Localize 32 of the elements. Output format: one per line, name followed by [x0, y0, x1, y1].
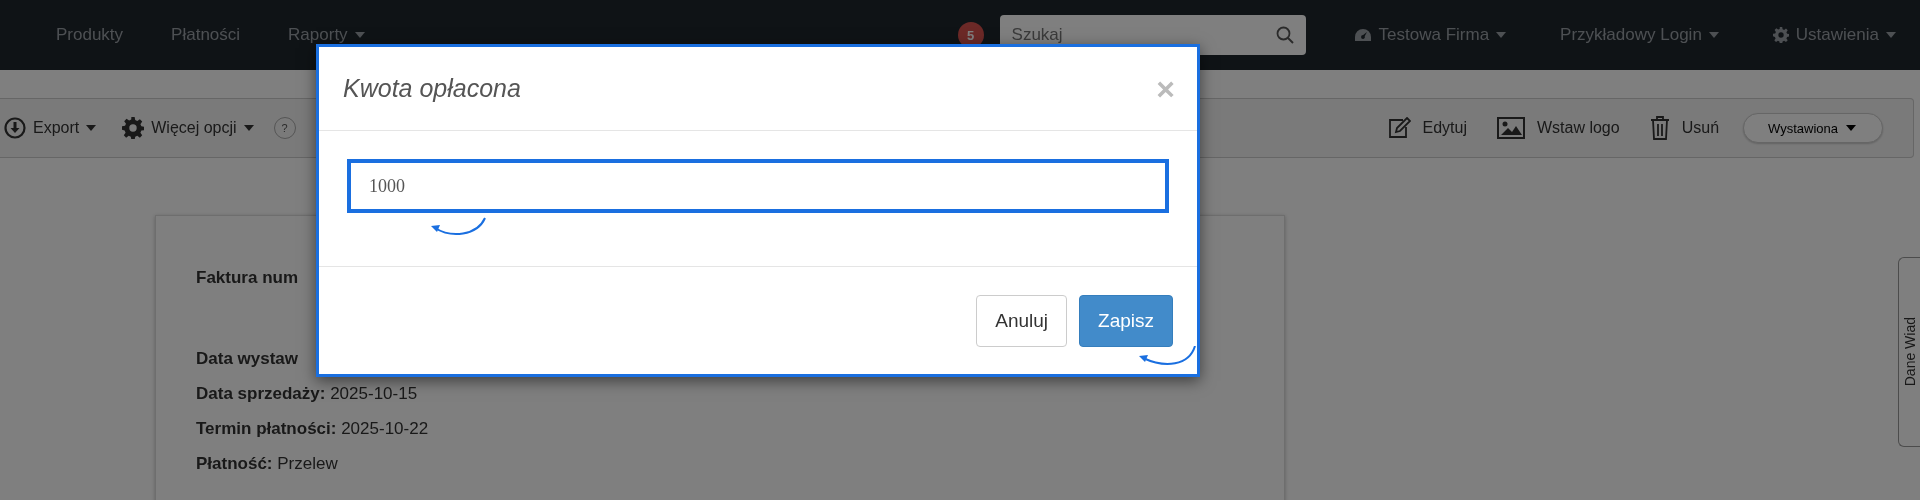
close-button[interactable]: × [1156, 72, 1175, 105]
invoice-line: Płatność: Przelew [196, 454, 338, 474]
caret-icon [1846, 125, 1856, 131]
gauge-icon [1353, 28, 1372, 42]
dialog-button[interactable]: Anuluj [976, 294, 1068, 347]
gear-icon [122, 117, 145, 139]
nav-link[interactable]: Testowa Firma [1337, 25, 1523, 45]
nav-link[interactable]: Raporty [272, 25, 381, 45]
nav-link[interactable]: Płatności [155, 25, 257, 45]
invoice-line: Faktura num [196, 268, 299, 288]
status-dropdown[interactable]: Wystawiona [1743, 113, 1883, 143]
side-tab[interactable]: Dane Wiad [1898, 257, 1920, 447]
search-icon [1275, 26, 1294, 44]
modal-title: Kwota opłacona [343, 74, 521, 103]
dialog-button[interactable]: Zapisz [1079, 294, 1173, 347]
invoice-line: Data sprzedaży: 2025-10-15 [196, 384, 418, 404]
toolbar-link[interactable]: Edytuj [1380, 117, 1473, 139]
trash-icon [1649, 116, 1670, 140]
invoice-line: Termin płatności: 2025-10-22 [196, 419, 429, 439]
nav-link[interactable]: Przykładowy Login [1544, 25, 1735, 45]
nav-link[interactable]: Ustawienia [1756, 25, 1912, 45]
gear-icon [1772, 27, 1789, 43]
amount-field[interactable]: 1000 [347, 159, 1169, 213]
toolbar-link[interactable]: Wstaw logo [1490, 117, 1626, 139]
edit-icon [1386, 117, 1411, 139]
toolbar-link[interactable]: Więcej opcji [116, 117, 260, 139]
download-icon [4, 117, 26, 139]
image-icon [1496, 117, 1525, 139]
invoice-line: Data wystaw [196, 349, 299, 369]
toolbar-link[interactable]: Export [0, 117, 103, 139]
toolbar-link[interactable]: Usuń [1643, 116, 1726, 140]
nav-link[interactable]: Produkty [40, 25, 140, 45]
